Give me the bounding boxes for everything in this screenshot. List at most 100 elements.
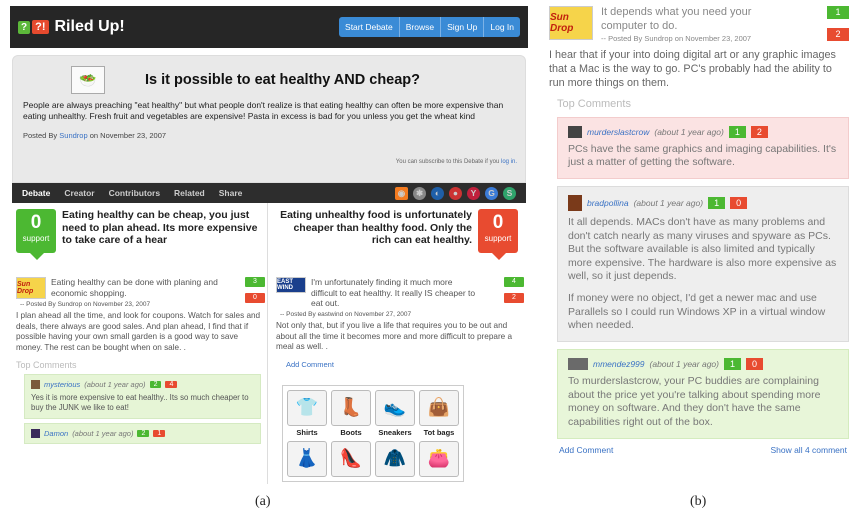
panel-b-screenshot: Sun Drop It depends what you need your c… bbox=[549, 6, 849, 476]
browse-button[interactable]: Browse bbox=[398, 17, 441, 37]
ad-item[interactable]: 👢 Boots bbox=[331, 389, 371, 437]
tab-contributors[interactable]: Contributors bbox=[109, 188, 160, 198]
tab-debate[interactable]: Debate bbox=[22, 188, 50, 198]
ad-label: Sneakers bbox=[378, 427, 412, 437]
ad-grid: 👕 Shirts 👢 Boots 👟 Sneakers 👜 Tot bags 👗 👠 🧥… bbox=[282, 384, 464, 482]
boot-icon: 👢 bbox=[331, 389, 371, 426]
delicious-icon[interactable]: ◐ bbox=[431, 186, 444, 200]
comment-user[interactable]: Damon bbox=[44, 429, 68, 438]
support-column: 0 support Eating healthy can be cheap, y… bbox=[12, 203, 268, 484]
support-label: support bbox=[484, 234, 512, 243]
question-panel: 🥗 Is it possible to eat healthy AND chea… bbox=[12, 55, 526, 183]
support-count-badge[interactable]: 0 support bbox=[16, 209, 56, 260]
top-bar: ? ?! Riled Up! Start Debate Browse Sign … bbox=[10, 6, 528, 48]
support-count: 0 bbox=[30, 212, 42, 233]
avatar[interactable]: Sun Drop bbox=[16, 277, 46, 299]
ad-label: Tot bags bbox=[423, 427, 455, 437]
ad-item[interactable]: 👛 bbox=[419, 440, 459, 477]
stumbleupon-icon[interactable]: S bbox=[503, 186, 516, 200]
comment: bradpollina (about 1 year ago) 1 0 It al… bbox=[557, 185, 849, 342]
site-logo[interactable]: ? ?! Riled Up! bbox=[18, 18, 125, 36]
comment-vote-up[interactable]: 1 bbox=[708, 196, 726, 209]
ad-item[interactable]: 👗 bbox=[287, 440, 327, 477]
reddit-icon[interactable]: ● bbox=[449, 186, 462, 200]
ad-item[interactable]: 👜 Tot bags bbox=[419, 389, 459, 437]
comment-body-continued: If money were no object, I'd get a newer… bbox=[568, 292, 826, 332]
question-thumbnail: 🥗 bbox=[71, 66, 105, 94]
ad-label: Boots bbox=[340, 427, 362, 437]
argument-title: I'm unfortunately finding it much more d… bbox=[311, 277, 476, 309]
vote-up-button[interactable]: 1 bbox=[827, 6, 849, 19]
share-icon[interactable]: ✱ bbox=[413, 186, 426, 200]
oppose-count-badge[interactable]: 0 support bbox=[478, 209, 518, 260]
comment-vote-up[interactable]: 2 bbox=[137, 429, 150, 437]
nav-buttons: Start Debate Browse Sign Up Log In bbox=[339, 17, 520, 37]
avatar[interactable]: Sun Drop bbox=[549, 6, 593, 40]
argument: EAST WIND I'm unfortunately finding it m… bbox=[276, 277, 526, 309]
start-debate-button[interactable]: Start Debate bbox=[339, 17, 399, 37]
google-icon[interactable]: G bbox=[485, 186, 498, 200]
question-title: Is it possible to eat healthy AND cheap? bbox=[145, 72, 421, 88]
comment: murderslastcrow (about 1 year ago) 1 2 P… bbox=[557, 116, 849, 179]
vote-down-button[interactable]: 0 bbox=[245, 293, 265, 303]
comment-vote-up[interactable]: 2 bbox=[149, 380, 162, 388]
user-avatar[interactable] bbox=[31, 379, 40, 389]
comment-vote-down[interactable]: 0 bbox=[746, 358, 764, 370]
support-label: support bbox=[22, 234, 50, 243]
comment-vote-down[interactable]: 4 bbox=[165, 380, 178, 388]
comment-time: (about 1 year ago) bbox=[654, 126, 724, 137]
comment-body: To murderslastcrow, your PC buddies are … bbox=[568, 375, 821, 428]
tab-creator[interactable]: Creator bbox=[64, 188, 94, 198]
vote-down-button[interactable]: 2 bbox=[504, 293, 524, 303]
log-in-button[interactable]: Log In bbox=[483, 17, 520, 37]
comment-user[interactable]: bradpollina bbox=[587, 198, 629, 208]
comment-footer: Add Comment Show all 4 comment bbox=[549, 445, 849, 455]
sign-up-button[interactable]: Sign Up bbox=[440, 17, 484, 37]
tab-bar: Debate Creator Contributors Related Shar… bbox=[12, 183, 526, 203]
comment-time: (about 1 year ago) bbox=[633, 197, 704, 208]
yahoo-icon[interactable]: Y bbox=[467, 186, 480, 200]
user-avatar[interactable] bbox=[568, 125, 582, 138]
product-icon: 👗 bbox=[287, 440, 327, 477]
oppose-column: Eating unhealthy food is unfortunately c… bbox=[268, 203, 526, 484]
add-comment-link[interactable]: Add Comment bbox=[559, 445, 613, 455]
comment-vote-up[interactable]: 1 bbox=[728, 125, 746, 138]
vote-up-button[interactable]: 3 bbox=[245, 277, 265, 287]
ad-item[interactable]: 👕 Shirts bbox=[287, 389, 327, 437]
side-statement: Eating healthy can be cheap, you just ne… bbox=[62, 209, 258, 247]
login-link[interactable]: log in. bbox=[501, 159, 517, 165]
comment-body: It all depends. MACs don't have as many … bbox=[568, 215, 837, 283]
product-icon: 👠 bbox=[331, 440, 371, 477]
avatar[interactable]: EAST WIND bbox=[276, 277, 306, 293]
argument-body: Not only that, but if you live a life th… bbox=[276, 320, 513, 352]
comment-body: Yes it is more expensive to eat healthy.… bbox=[31, 392, 249, 412]
rss-icon[interactable]: ◉ bbox=[395, 186, 408, 200]
comment-vote-up[interactable]: 1 bbox=[723, 358, 741, 370]
ad-item[interactable]: 👟 Sneakers bbox=[375, 389, 415, 437]
comment-vote-down[interactable]: 1 bbox=[153, 429, 166, 437]
comment-body: PCs have the same graphics and imaging c… bbox=[568, 142, 837, 169]
argument-header: Sun Drop It depends what you need your c… bbox=[549, 6, 849, 43]
comment-vote-down[interactable]: 2 bbox=[750, 125, 768, 138]
ad-item[interactable]: 🧥 bbox=[375, 440, 415, 477]
comment-user[interactable]: mmendez999 bbox=[593, 359, 645, 369]
top-comments-heading: Top Comments bbox=[557, 97, 631, 110]
ad-item[interactable]: 👠 bbox=[331, 440, 371, 477]
shirt-icon: 👕 bbox=[287, 389, 327, 426]
tab-share[interactable]: Share bbox=[219, 188, 243, 198]
vote-down-button[interactable]: 2 bbox=[827, 28, 849, 41]
comment-vote-down[interactable]: 0 bbox=[730, 196, 748, 209]
share-icons: ◉ ✱ ◐ ● Y G S bbox=[395, 186, 516, 200]
user-avatar[interactable] bbox=[568, 358, 588, 370]
comment-user[interactable]: murderslastcrow bbox=[587, 127, 649, 137]
comment-user[interactable]: mysterious bbox=[44, 380, 80, 389]
user-avatar[interactable] bbox=[568, 194, 582, 211]
show-all-comments-link[interactable]: Show all 4 comment bbox=[770, 445, 847, 455]
user-avatar[interactable] bbox=[31, 428, 40, 438]
vote-up-button[interactable]: 4 bbox=[504, 277, 524, 287]
subscribe-text: You can subscribe to this Debate if you bbox=[395, 159, 500, 165]
tab-related[interactable]: Related bbox=[174, 188, 205, 198]
author-link[interactable]: Sundrop bbox=[59, 131, 87, 140]
question-meta: Posted By Sundrop on November 23, 2007 bbox=[23, 131, 515, 140]
add-comment-link[interactable]: Add Comment bbox=[276, 360, 526, 369]
